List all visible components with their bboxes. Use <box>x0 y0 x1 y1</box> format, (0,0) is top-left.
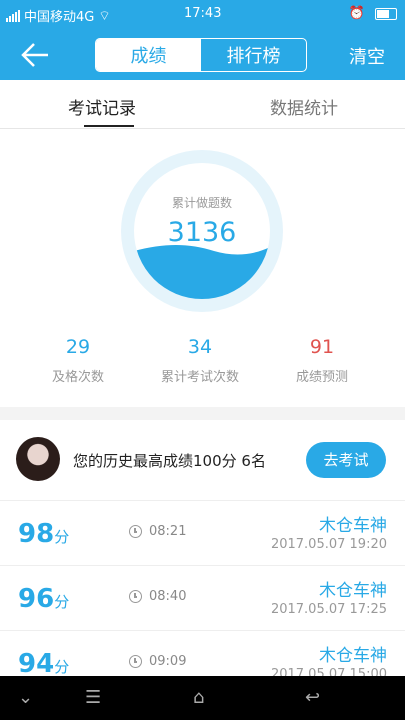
carrier-text: 中国移动4G <box>24 10 95 25</box>
status-time: 17:43 <box>184 6 222 21</box>
clear-button[interactable]: 清空 <box>349 43 385 69</box>
segment-scores[interactable]: 成绩 <box>96 39 201 71</box>
collapse-icon[interactable]: ⌄ <box>18 687 33 708</box>
record-score: 94分 <box>18 649 70 679</box>
clock-icon <box>129 655 142 668</box>
best-score-text: 您的历史最高成绩100分 6名 <box>73 452 266 470</box>
record-date: 2017.05.07 17:25 <box>270 602 387 617</box>
home-icon[interactable]: ⌂ <box>193 687 204 708</box>
back-icon[interactable]: ↩ <box>305 687 320 708</box>
list-item[interactable]: 96分 08:40 木仓车神 2017.05.07 17:25 <box>0 566 405 631</box>
record-date: 2017.05.07 19:20 <box>270 537 387 552</box>
summary-panel: 累计做题数 3136 29 及格次数 34 累计考试次数 91 成绩预测 <box>0 129 405 407</box>
record-name: 木仓车神 <box>319 581 387 601</box>
record-name: 木仓车神 <box>319 646 387 666</box>
stat-label: 成绩预测 <box>295 370 348 385</box>
record-score: 96分 <box>18 584 70 614</box>
record-duration: 09:09 <box>149 654 187 669</box>
best-score-row: 您的历史最高成绩100分 6名 去考试 <box>0 420 405 501</box>
record-duration: 08:21 <box>149 524 187 539</box>
top-bar: 成绩 排行榜 清空 <box>0 30 405 80</box>
segment-control: 成绩 排行榜 <box>95 38 307 72</box>
list-item[interactable]: 98分 08:21 木仓车神 2017.05.07 19:20 <box>0 501 405 566</box>
wifi-icon: ⌔ <box>98 8 111 24</box>
back-arrow-icon[interactable] <box>20 41 50 69</box>
stat-value: 34 <box>187 336 213 358</box>
clock-icon <box>129 525 142 538</box>
avatar <box>16 437 60 481</box>
battery-icon <box>375 7 397 20</box>
status-bar: 中国移动4G ⌔ 17:43 ⏰ <box>0 0 405 30</box>
stat-value: 91 <box>309 336 335 358</box>
stat-pass-count: 29 及格次数 <box>18 336 138 385</box>
alarm-icon: ⏰ <box>348 6 365 21</box>
record-score: 98分 <box>18 519 70 549</box>
total-value: 3136 <box>167 217 237 248</box>
system-nav-bar: ⌄ ☰ ⌂ ↩ <box>0 676 405 720</box>
tab-indicator <box>84 125 134 127</box>
stat-exam-count: 34 累计考试次数 <box>140 336 260 385</box>
record-name: 木仓车神 <box>319 516 387 536</box>
stat-label: 及格次数 <box>51 370 104 385</box>
stat-value: 29 <box>65 336 91 358</box>
stat-label: 累计考试次数 <box>160 370 239 385</box>
record-duration: 08:40 <box>149 589 187 604</box>
signal-icon <box>6 9 20 22</box>
stat-prediction: 91 成绩预测 <box>262 336 382 385</box>
total-label: 累计做题数 <box>171 196 232 210</box>
segment-ranking[interactable]: 排行榜 <box>201 39 306 71</box>
tab-exam-records[interactable]: 考试记录 <box>68 94 136 119</box>
wave-circle: 累计做题数 3136 <box>134 163 270 299</box>
clock-icon <box>129 590 142 603</box>
tab-statistics[interactable]: 数据统计 <box>270 94 338 119</box>
take-exam-button[interactable]: 去考试 <box>306 442 386 478</box>
tab-bar: 考试记录 数据统计 <box>0 80 405 129</box>
menu-icon[interactable]: ☰ <box>85 687 101 708</box>
